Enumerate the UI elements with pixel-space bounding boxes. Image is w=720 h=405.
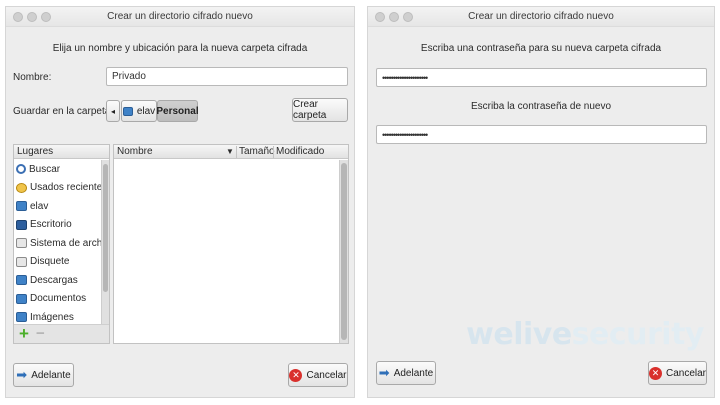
column-size-header[interactable]: Tamaño xyxy=(239,146,275,157)
column-divider xyxy=(273,146,274,158)
desktop-icon xyxy=(16,219,27,230)
title-bar: Crear un directorio cifrado nuevo xyxy=(368,7,714,27)
places-scrollbar[interactable] xyxy=(101,160,109,325)
column-divider xyxy=(236,146,237,158)
forward-button[interactable]: ➡ Adelante xyxy=(13,363,74,387)
watermark-logo: welivesecurity xyxy=(466,317,704,352)
places-item-filesystem[interactable]: Sistema de archi... xyxy=(14,234,101,253)
places-item-desktop[interactable]: Escritorio xyxy=(14,216,101,235)
sort-arrow-icon: ▼ xyxy=(226,147,234,156)
places-pane: Lugares Buscar Usados reciente... elav E… xyxy=(13,144,110,344)
recent-icon xyxy=(16,182,27,193)
cancel-icon: ✕ xyxy=(289,368,303,382)
confirm-password-field[interactable]: ••••••••••••••••••••• xyxy=(376,125,707,144)
dialog-heading: Elija un nombre y ubicación para la nuev… xyxy=(52,43,308,54)
places-item-recent[interactable]: Usados reciente... xyxy=(14,179,101,198)
places-item-search[interactable]: Buscar xyxy=(14,160,101,179)
create-encrypted-folder-dialog: Crear un directorio cifrado nuevo Elija … xyxy=(5,6,355,398)
add-place-icon[interactable]: + xyxy=(19,324,29,344)
places-item-downloads[interactable]: Descargas xyxy=(14,271,101,290)
name-field[interactable]: Privado xyxy=(106,67,348,86)
file-list-scrollbar[interactable] xyxy=(339,160,348,343)
forward-button[interactable]: ➡ Adelante xyxy=(376,361,436,385)
home-folder-icon xyxy=(16,201,27,212)
create-folder-button[interactable]: Crear carpeta xyxy=(292,98,348,122)
file-list-pane: Nombre ▼ Tamaño Modificado xyxy=(113,144,349,344)
cancel-button[interactable]: ✕ Cancelar xyxy=(648,361,707,385)
path-segment-elav[interactable]: elav xyxy=(121,100,157,122)
file-list-scrollbar-thumb[interactable] xyxy=(341,163,347,340)
file-list-header: Nombre ▼ Tamaño Modificado xyxy=(114,145,348,159)
save-in-label: Guardar en la carpeta: xyxy=(13,106,114,117)
home-folder-icon xyxy=(122,106,133,116)
window-title: Crear un directorio cifrado nuevo xyxy=(107,11,253,22)
path-segment-personal[interactable]: Personal xyxy=(156,100,199,122)
places-toolbar: + − xyxy=(14,324,109,343)
remove-place-icon[interactable]: − xyxy=(36,325,45,342)
places-list: Buscar Usados reciente... elav Escritori… xyxy=(14,160,101,327)
folder-icon xyxy=(16,312,27,323)
filesystem-icon xyxy=(16,238,27,249)
floppy-icon xyxy=(16,256,27,267)
window-title: Crear un directorio cifrado nuevo xyxy=(468,11,614,22)
cancel-button[interactable]: ✕ Cancelar xyxy=(288,363,348,387)
folder-icon xyxy=(16,293,27,304)
places-item-documents[interactable]: Documentos xyxy=(14,290,101,309)
title-bar: Crear un directorio cifrado nuevo xyxy=(6,7,354,27)
search-icon xyxy=(16,164,26,175)
places-scrollbar-thumb[interactable] xyxy=(103,164,108,292)
folder-icon xyxy=(16,275,27,286)
password-field[interactable]: ••••••••••••••••••••• xyxy=(376,68,707,87)
path-back-button[interactable]: ◂ xyxy=(106,100,120,122)
column-modified-header[interactable]: Modificado xyxy=(276,146,324,157)
column-name-header[interactable]: Nombre xyxy=(117,146,153,157)
file-list[interactable] xyxy=(114,160,339,343)
places-item-floppy[interactable]: Disquete xyxy=(14,253,101,272)
arrow-right-icon: ➡ xyxy=(16,367,28,382)
arrow-right-icon: ➡ xyxy=(378,365,390,380)
places-header: Lugares xyxy=(14,145,109,159)
encrypted-folder-password-dialog: Crear un directorio cifrado nuevo Escrib… xyxy=(367,6,715,398)
places-item-elav[interactable]: elav xyxy=(14,197,101,216)
name-label: Nombre: xyxy=(13,72,52,83)
confirm-password-prompt: Escriba la contraseña de nuevo xyxy=(470,101,612,112)
cancel-icon: ✕ xyxy=(649,366,662,380)
password-prompt: Escriba una contraseña para su nueva car… xyxy=(420,43,662,54)
chevron-left-icon: ◂ xyxy=(110,106,115,116)
